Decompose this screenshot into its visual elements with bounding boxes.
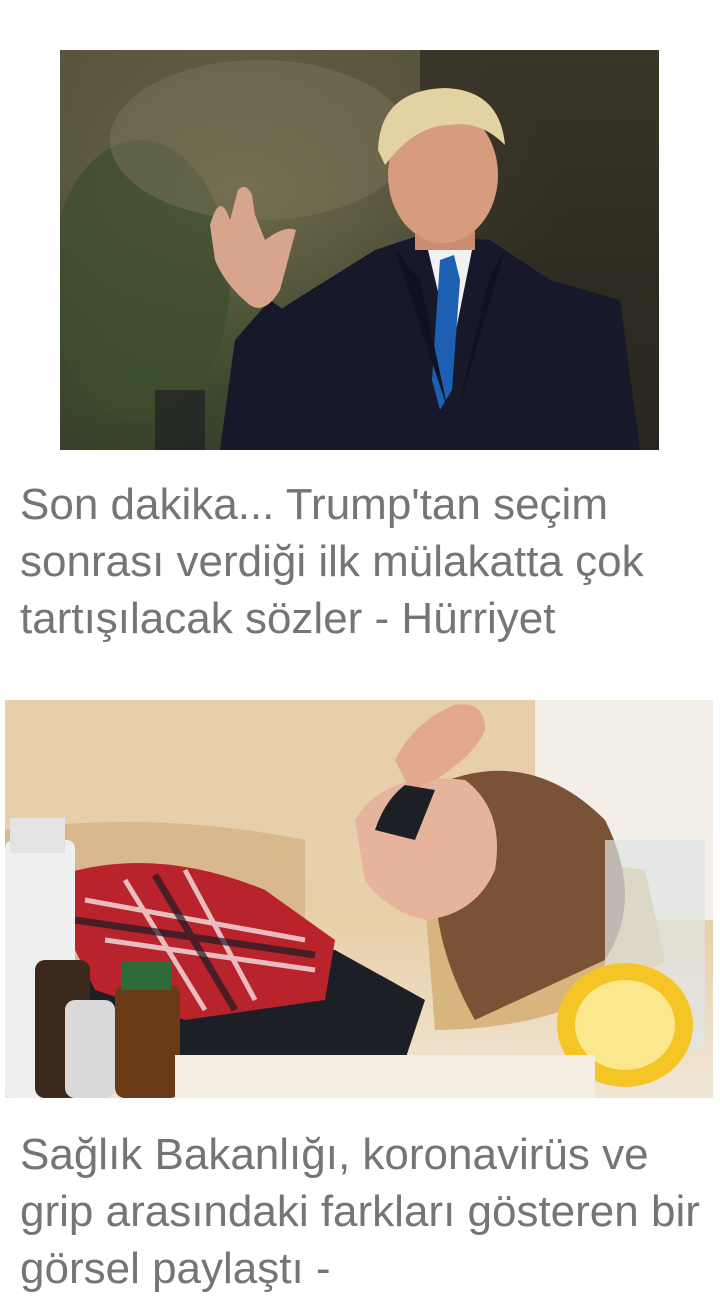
article-image[interactable] <box>5 700 713 1098</box>
news-card[interactable]: Sağlık Bakanlığı, koronavirüs ve grip ar… <box>0 680 720 1293</box>
article-title[interactable]: Son dakika... Trump'tan seçim sonrası ve… <box>20 476 710 647</box>
article-title[interactable]: Sağlık Bakanlığı, koronavirüs ve grip ar… <box>20 1126 710 1297</box>
news-feed: Son dakika... Trump'tan seçim sonrası ve… <box>0 0 720 1293</box>
article-image[interactable] <box>60 50 659 450</box>
news-card[interactable]: Son dakika... Trump'tan seçim sonrası ve… <box>0 0 720 680</box>
